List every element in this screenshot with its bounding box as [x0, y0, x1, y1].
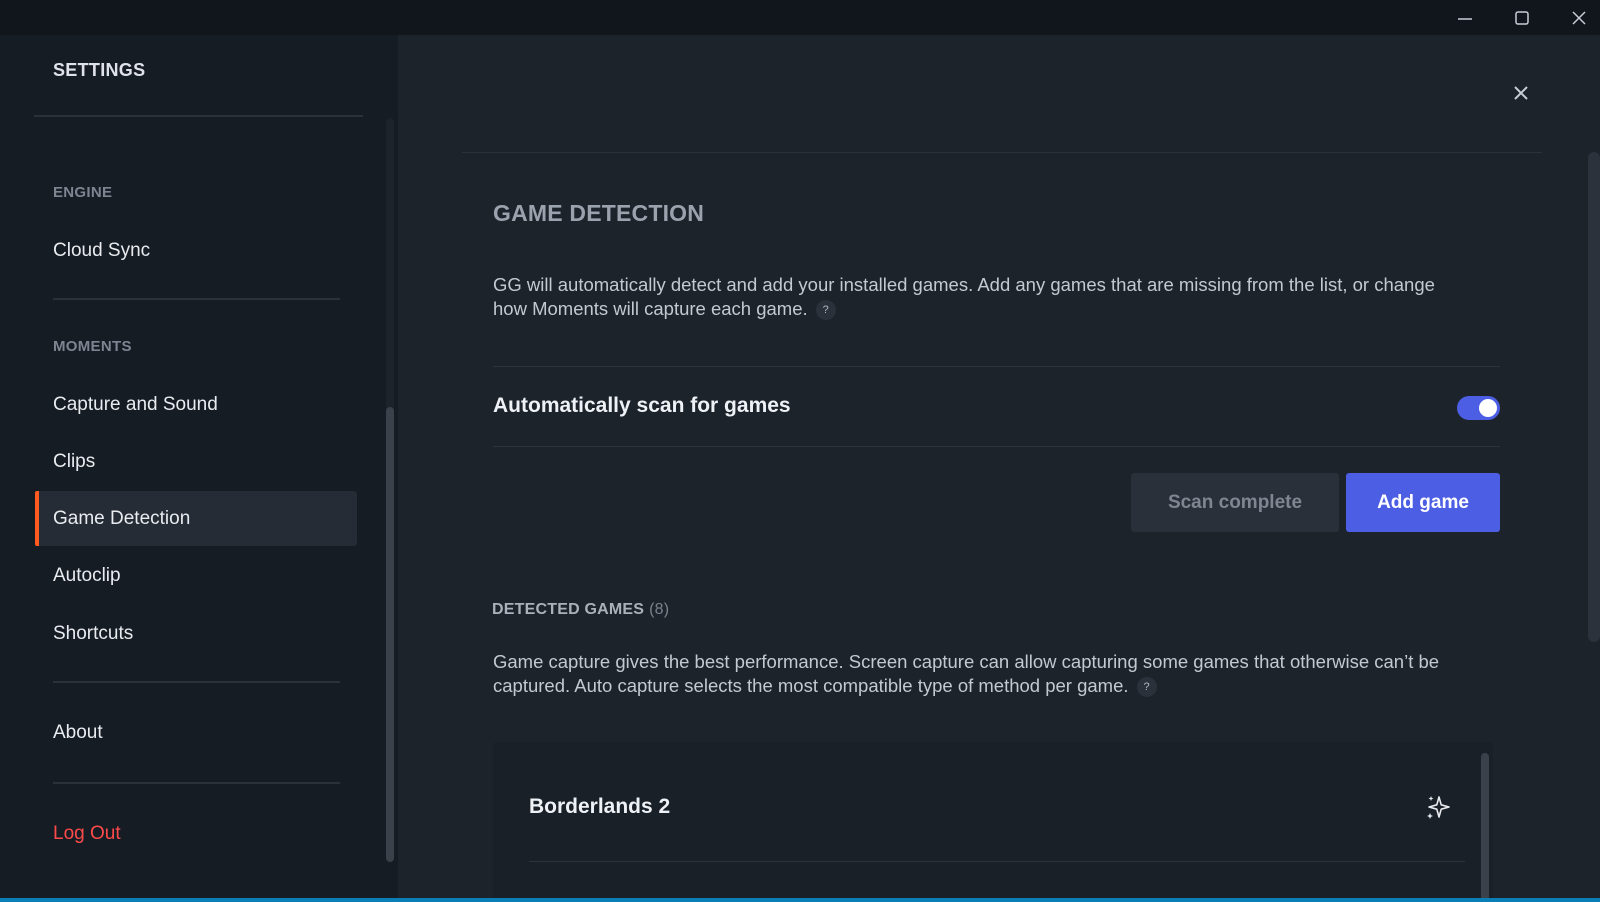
detected-games-description: Game capture gives the best performance.… — [493, 650, 1473, 698]
sidebar-item-autoclip[interactable]: Autoclip — [35, 548, 357, 603]
detected-games-heading: DETECTED GAMES (8) — [492, 601, 669, 619]
auto-scan-toggle[interactable] — [1457, 396, 1500, 420]
game-name[interactable]: Borderlands 2 — [529, 795, 670, 819]
detected-games-label: DETECTED GAMES — [492, 601, 645, 618]
close-icon[interactable] — [1508, 80, 1534, 106]
help-icon[interactable]: ? — [1136, 677, 1157, 698]
sidebar-item-about[interactable]: About — [35, 705, 357, 760]
window-bottom-accent — [0, 898, 1600, 902]
game-row-divider — [529, 861, 1465, 862]
sidebar-item-capture-and-sound[interactable]: Capture and Sound — [35, 377, 357, 432]
detected-games-description-text: Game capture gives the best performance.… — [493, 651, 1440, 696]
games-list — [493, 742, 1493, 902]
section-label-moments: MOMENTS — [53, 338, 132, 355]
sidebar-item-clips[interactable]: Clips — [35, 434, 357, 489]
games-scrollbar[interactable] — [1481, 753, 1489, 902]
row-divider — [493, 446, 1500, 447]
sidebar-scrollbar-thumb[interactable] — [386, 407, 394, 862]
content-divider — [462, 152, 1542, 153]
section-label-engine: ENGINE — [53, 184, 113, 201]
detected-games-count: (8) — [649, 601, 670, 618]
sidebar-divider — [53, 298, 340, 300]
close-window-icon[interactable] — [1551, 0, 1600, 35]
maximize-icon[interactable] — [1494, 0, 1550, 35]
title-bar — [0, 0, 1600, 35]
toggle-knob — [1479, 399, 1497, 417]
page-description-text: GG will automatically detect and add you… — [493, 274, 1435, 319]
logout-button[interactable]: Log Out — [35, 806, 357, 861]
page-description: GG will automatically detect and add you… — [493, 273, 1473, 321]
minimize-icon[interactable] — [1437, 0, 1493, 35]
sidebar-divider — [34, 115, 363, 117]
scan-complete-button[interactable]: Scan complete — [1131, 473, 1339, 532]
sidebar-divider — [53, 681, 340, 683]
help-icon[interactable]: ? — [815, 300, 836, 321]
sidebar-divider — [53, 782, 340, 784]
sidebar-title: SETTINGS — [53, 60, 146, 80]
sidebar-item-cloud-sync[interactable]: Cloud Sync — [35, 223, 357, 278]
sidebar-item-game-detection[interactable]: Game Detection — [35, 491, 357, 546]
add-game-button[interactable]: Add game — [1346, 473, 1500, 532]
sidebar-item-shortcuts[interactable]: Shortcuts — [35, 606, 357, 661]
sparkle-icon[interactable] — [1424, 794, 1452, 822]
content-scrollbar[interactable] — [1588, 152, 1600, 642]
row-divider — [493, 366, 1500, 367]
auto-scan-label: Automatically scan for games — [493, 394, 791, 417]
page-title: GAME DETECTION — [493, 200, 705, 226]
